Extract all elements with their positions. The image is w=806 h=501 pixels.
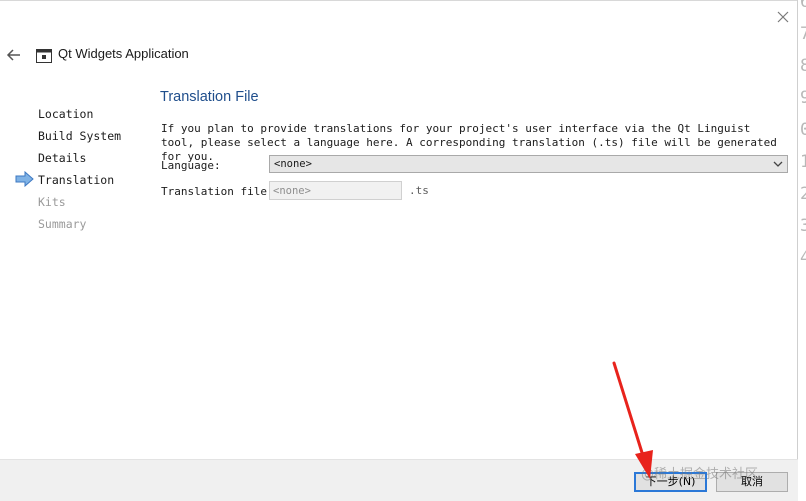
back-button[interactable] (5, 46, 23, 64)
background-digit: 3 (800, 216, 806, 236)
chevron-down-icon (773, 161, 783, 167)
background-digit: 7 (800, 24, 806, 44)
back-arrow-icon (6, 49, 20, 61)
window-top-border (0, 0, 797, 1)
language-select[interactable]: <none> (269, 155, 788, 173)
background-digit: 2 (800, 184, 806, 204)
page-title: Translation File (160, 89, 259, 105)
close-icon (777, 11, 789, 23)
translation-file-label: Translation file: (161, 185, 274, 198)
step-details: Details (38, 151, 87, 165)
background-digit: 0 (800, 120, 806, 140)
qt-app-icon (36, 48, 52, 63)
background-digit: 1 (800, 152, 806, 172)
step-summary: Summary (38, 217, 87, 231)
background-digit: 8 (800, 56, 806, 76)
language-label: Language: (161, 159, 221, 172)
step-kits: Kits (38, 195, 66, 209)
close-button[interactable] (772, 6, 794, 28)
wizard-title: Qt Widgets Application (58, 46, 189, 61)
current-step-arrow-icon (15, 170, 34, 188)
step-translation: Translation (38, 173, 115, 187)
language-select-value: <none> (274, 158, 312, 170)
step-location: Location (38, 107, 94, 121)
translation-file-field[interactable]: <none> (269, 181, 402, 200)
translation-file-value: <none> (273, 185, 311, 197)
background-digit: 6 (800, 0, 806, 12)
background-digit: 9 (800, 88, 806, 108)
cancel-button[interactable]: 取消 (716, 472, 788, 492)
background-window-strip: 6 7 8 9 0 1 2 3 4 (797, 0, 806, 500)
step-build-system: Build System (38, 129, 122, 143)
next-button[interactable]: 下一步(N) (634, 472, 707, 492)
file-suffix: .ts (409, 184, 429, 197)
background-digit: 4 (800, 248, 806, 268)
